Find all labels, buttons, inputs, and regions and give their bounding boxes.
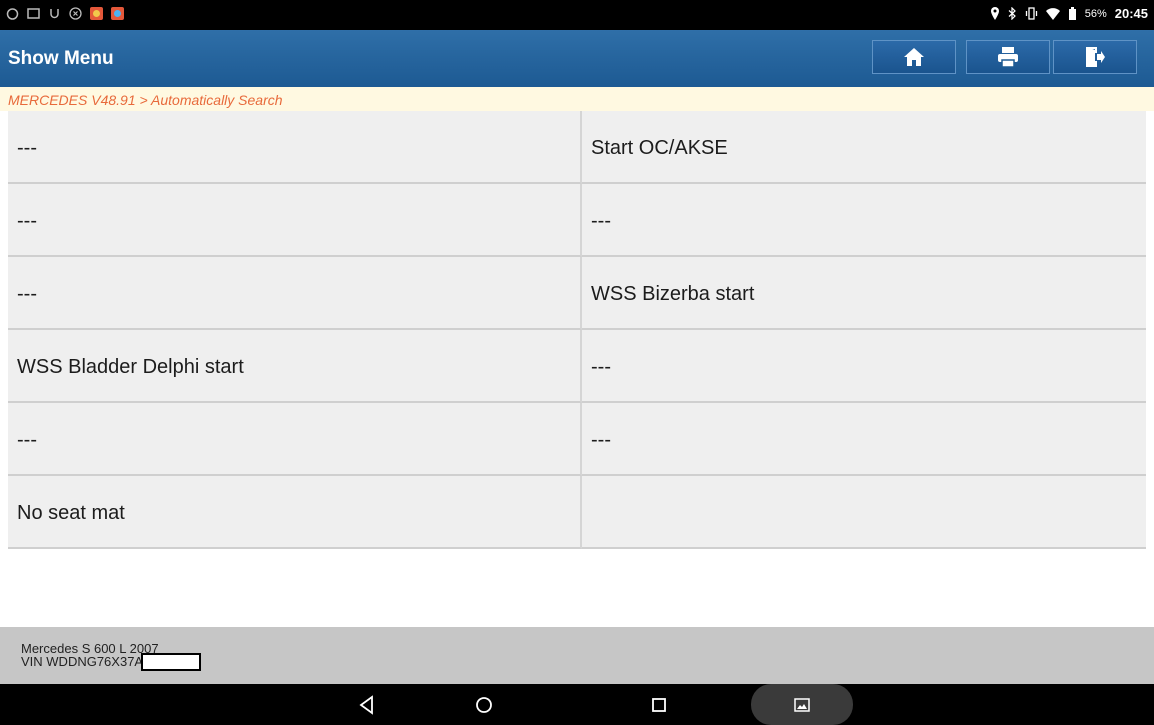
breadcrumb: MERCEDES V48.91 > Automatically Search bbox=[0, 87, 1154, 111]
usb-notification-icon bbox=[50, 9, 59, 19]
app-notification-icon bbox=[111, 7, 124, 20]
menu-item-label: --- bbox=[17, 137, 37, 159]
menu-item-label: --- bbox=[17, 283, 37, 305]
menu-item-label: --- bbox=[591, 210, 611, 232]
menu-item-label: --- bbox=[591, 356, 611, 378]
breadcrumb-path: MERCEDES V48.91 > Automatically Search bbox=[8, 92, 283, 108]
menu-item[interactable]: Start OC/AKSE bbox=[582, 111, 1146, 184]
bluetooth-icon bbox=[1008, 7, 1016, 20]
navigation-bar bbox=[0, 684, 1154, 725]
battery-icon bbox=[1068, 7, 1076, 20]
menu-item[interactable]: --- bbox=[582, 184, 1146, 257]
menu-item-label: Start OC/AKSE bbox=[591, 137, 728, 159]
vin-redaction-box bbox=[141, 653, 201, 671]
screenshot-pill[interactable] bbox=[751, 684, 853, 725]
back-icon[interactable] bbox=[356, 694, 378, 716]
notification-icons bbox=[6, 7, 124, 20]
print-button[interactable] bbox=[966, 40, 1050, 74]
page-title: Show Menu bbox=[8, 48, 114, 69]
gallery-icon bbox=[794, 698, 810, 712]
battery-percent: 56% bbox=[1084, 7, 1107, 20]
bluetooth-notification-icon bbox=[69, 7, 82, 20]
clock: 20:45 bbox=[1114, 6, 1148, 21]
image-notification-icon bbox=[27, 8, 40, 19]
menu-item-label: --- bbox=[17, 210, 37, 232]
menu-item-label: --- bbox=[17, 429, 37, 451]
menu-item-label: --- bbox=[591, 429, 611, 451]
menu-item[interactable]: --- bbox=[8, 111, 582, 184]
menu-item[interactable]: --- bbox=[8, 184, 582, 257]
app-notification-icon bbox=[90, 7, 103, 20]
menu-item[interactable]: WSS Bladder Delphi start bbox=[8, 330, 582, 403]
home-button[interactable] bbox=[872, 40, 956, 74]
exit-button[interactable] bbox=[1053, 40, 1137, 74]
menu-item[interactable]: --- bbox=[8, 257, 582, 330]
home-icon bbox=[904, 48, 924, 66]
menu-row: WSS Bladder Delphi start --- bbox=[8, 330, 1146, 403]
recents-icon[interactable] bbox=[648, 694, 670, 716]
menu-row: No seat mat bbox=[8, 476, 1146, 549]
vibrate-icon bbox=[1025, 7, 1037, 20]
menu-item[interactable]: --- bbox=[582, 403, 1146, 476]
vehicle-info-footer: Mercedes S 600 L 2007 VIN WDDNG76X37A1 bbox=[0, 627, 1154, 684]
menu-row: --- WSS Bizerba start bbox=[8, 257, 1146, 330]
menu-item[interactable]: WSS Bizerba start bbox=[582, 257, 1146, 330]
home-nav-icon[interactable] bbox=[473, 694, 495, 716]
system-status: 56% 20:45 bbox=[990, 6, 1148, 21]
printer-icon bbox=[998, 47, 1018, 68]
menu-item-label: No seat mat bbox=[17, 502, 125, 524]
app-header: Show Menu bbox=[0, 30, 1154, 87]
status-bar: 56% 20:45 bbox=[0, 0, 1154, 30]
menu-item-empty bbox=[582, 476, 1146, 549]
vehicle-vin: VIN WDDNG76X37A1 bbox=[21, 654, 151, 669]
wifi-icon bbox=[1045, 7, 1060, 20]
menu-item-label: WSS Bizerba start bbox=[591, 283, 755, 305]
menu-item-label: WSS Bladder Delphi start bbox=[17, 356, 244, 378]
menu-row: --- --- bbox=[8, 184, 1146, 257]
menu-row: --- --- bbox=[8, 403, 1146, 476]
menu-item[interactable]: --- bbox=[582, 330, 1146, 403]
exit-icon bbox=[1086, 47, 1105, 67]
menu-grid: --- Start OC/AKSE --- --- --- WSS Bizerb… bbox=[8, 111, 1146, 549]
menu-item[interactable]: No seat mat bbox=[8, 476, 582, 549]
location-icon bbox=[990, 7, 999, 20]
menu-row: --- Start OC/AKSE bbox=[8, 111, 1146, 184]
menu-item[interactable]: --- bbox=[8, 403, 582, 476]
android-notification-icon bbox=[6, 8, 19, 20]
